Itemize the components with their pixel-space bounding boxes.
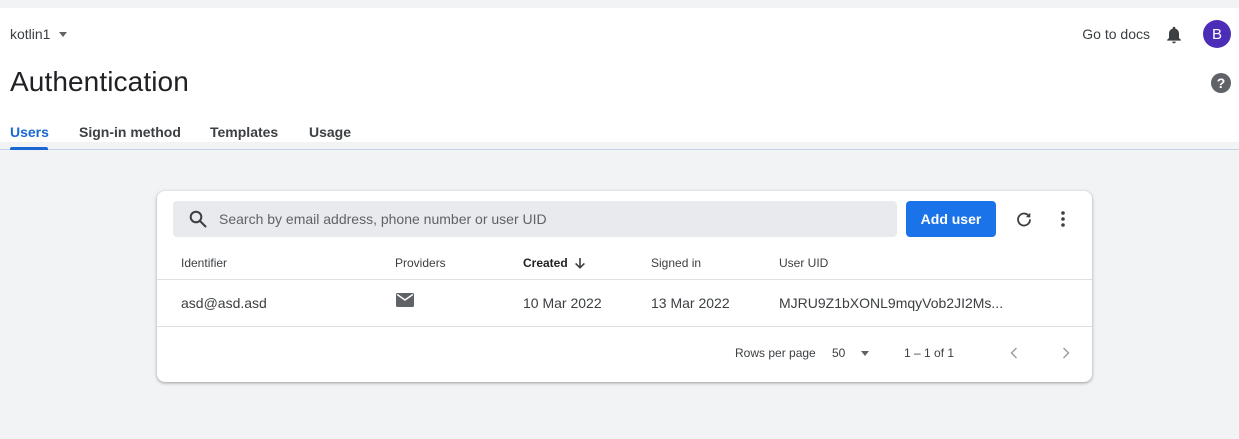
rows-per-page-value: 50 (832, 346, 846, 360)
notifications-bell-icon[interactable] (1164, 24, 1184, 46)
active-tab-indicator (10, 147, 48, 150)
search-icon (189, 210, 207, 228)
tab-users[interactable]: Users (10, 124, 49, 140)
arrow-down-icon (574, 258, 585, 269)
project-selector[interactable]: kotlin1 (10, 24, 68, 44)
column-header-user-uid: User UID (779, 256, 829, 270)
pagination-footer: Rows per page 50 1 – 1 of 1 (157, 327, 1092, 382)
tab-usage[interactable]: Usage (309, 124, 351, 140)
more-vert-icon[interactable] (1055, 208, 1071, 230)
account-avatar[interactable]: B (1203, 20, 1231, 48)
table-header: Identifier Providers Created Signed in U… (157, 247, 1092, 280)
column-header-signed-in: Signed in (651, 256, 702, 270)
project-name: kotlin1 (10, 26, 51, 42)
column-header-created-label: Created (523, 256, 568, 270)
cell-created: 10 Mar 2022 (523, 295, 602, 311)
chevron-down-icon (861, 350, 870, 356)
top-bar (0, 16, 1239, 60)
tab-sign-in-method[interactable]: Sign-in method (79, 124, 181, 140)
pagination-range: 1 – 1 of 1 (904, 346, 955, 360)
chevron-left-icon[interactable] (1005, 343, 1023, 363)
users-card: Add user Identifier Providers Created Si… (157, 191, 1092, 382)
email-icon (396, 293, 414, 310)
chevron-down-icon (59, 31, 68, 37)
cell-identifier: asd@asd.asd (181, 295, 267, 311)
search-input[interactable] (219, 211, 879, 227)
rows-per-page-select[interactable]: 50 (832, 346, 870, 360)
rows-per-page-label: Rows per page (735, 346, 816, 360)
search-bar[interactable] (173, 201, 897, 237)
column-header-identifier: Identifier (181, 256, 228, 270)
table-row[interactable]: asd@asd.asd 10 Mar 2022 13 Mar 2022 MJRU… (157, 280, 1092, 327)
tab-bar: Users Sign-in method Templates Usage (0, 114, 1239, 150)
page-title: Authentication (10, 66, 189, 97)
help-icon[interactable]: ? (1211, 73, 1231, 93)
cell-user-uid: MJRU9Z1bXONL9mqyVob2JI2Ms... (779, 295, 1004, 311)
cell-signed-in: 13 Mar 2022 (651, 295, 730, 311)
page-header: kotlin1 Go to docs B Authentication ? Us… (0, 8, 1239, 150)
tab-templates[interactable]: Templates (210, 124, 278, 140)
column-header-providers: Providers (395, 256, 446, 270)
add-user-button[interactable]: Add user (906, 201, 996, 237)
go-to-docs-link[interactable]: Go to docs (1082, 26, 1150, 42)
column-header-created[interactable]: Created (523, 256, 586, 270)
refresh-icon[interactable] (1013, 208, 1035, 230)
chevron-right-icon[interactable] (1057, 343, 1075, 363)
